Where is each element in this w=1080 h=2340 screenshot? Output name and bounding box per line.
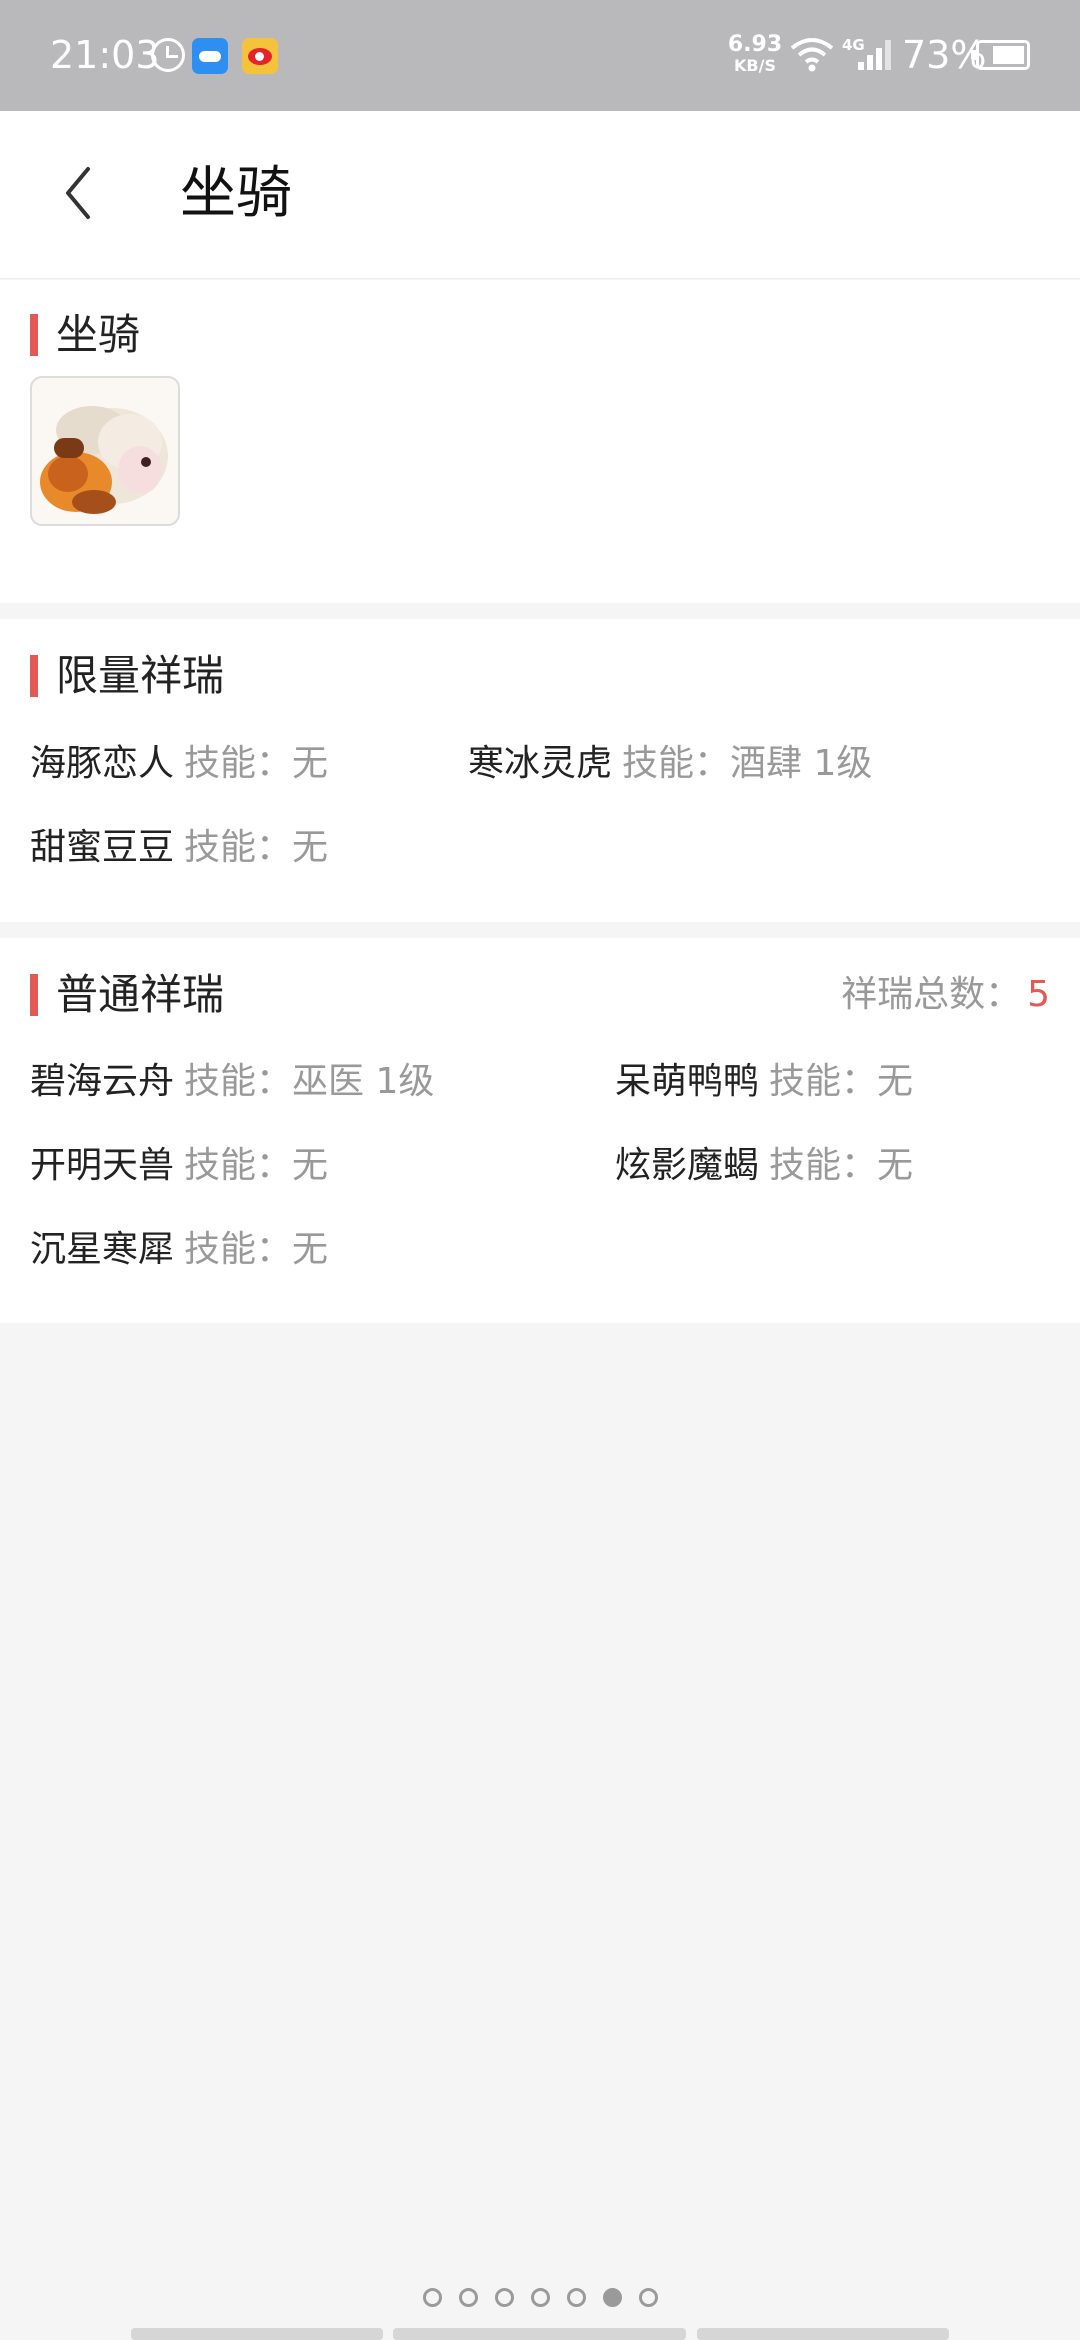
mount-section-title: 坐骑 [56, 310, 141, 359]
total-count-label: 祥瑞总数： [841, 974, 1022, 1015]
list-item[interactable]: 沉星寒犀 技能：无 [30, 1226, 328, 1274]
mount-skill: 技能：无 [184, 743, 329, 784]
mount-skill: 技能：无 [184, 827, 329, 868]
page-dot[interactable] [530, 2288, 550, 2307]
bottom-bar-center [393, 2328, 686, 2340]
page-dot[interactable] [422, 2288, 442, 2307]
limited-section-header: 限量祥瑞 [30, 654, 224, 698]
battery-fill [993, 46, 1024, 64]
page-dot[interactable] [638, 2288, 658, 2307]
total-count: 祥瑞总数： 5 [841, 971, 1050, 1019]
back-arrow-icon[interactable] [60, 163, 100, 223]
bottom-bar-left [131, 2328, 383, 2340]
mount-section: 坐骑 [0, 280, 1080, 603]
page-dot-active[interactable] [602, 2288, 622, 2307]
mount-avatar[interactable] [30, 376, 180, 526]
alarm-icon [151, 38, 185, 72]
list-item[interactable]: 炫影魔蝎 技能：无 [615, 1142, 913, 1190]
limited-section-title: 限量祥瑞 [56, 651, 225, 700]
net-speed-value: 6.93 [727, 32, 783, 57]
cloud-app-icon [192, 38, 228, 74]
signal-icon [858, 40, 892, 70]
normal-section-title: 普通祥瑞 [56, 970, 225, 1019]
section-marker [30, 314, 38, 356]
mount-name: 寒冰灵虎 [468, 743, 613, 784]
page-title: 坐骑 [180, 161, 292, 226]
mount-name: 海豚恋人 [30, 743, 175, 784]
battery-icon [971, 40, 1030, 70]
net-speed-unit: KB/S [734, 56, 776, 75]
mount-name: 呆萌鸭鸭 [615, 1061, 760, 1102]
mount-skill: 技能：无 [769, 1061, 914, 1102]
section-marker [30, 974, 38, 1016]
status-bar: 21:03 6.93 KB/S 4G 73% [0, 0, 1080, 111]
weibo-app-icon [242, 38, 278, 74]
list-item[interactable]: 甜蜜豆豆 技能：无 [30, 824, 328, 872]
mount-skill: 技能：无 [769, 1145, 914, 1186]
mount-name: 沉星寒犀 [30, 1229, 175, 1270]
list-item[interactable]: 开明天兽 技能：无 [30, 1142, 328, 1190]
status-time: 21:03 [50, 33, 160, 77]
app-header: 坐骑 [0, 111, 1080, 279]
mount-skill: 技能：巫医 1级 [184, 1061, 435, 1102]
mount-skill: 技能：酒肆 1级 [622, 743, 873, 784]
sheep-mount-icon [40, 406, 168, 514]
net-speed: 6.93 KB/S [725, 34, 785, 74]
list-item[interactable]: 呆萌鸭鸭 技能：无 [615, 1058, 913, 1106]
mount-name: 碧海云舟 [30, 1061, 175, 1102]
section-marker [30, 655, 38, 697]
mount-skill: 技能：无 [184, 1229, 329, 1270]
wifi-icon [790, 38, 834, 72]
total-count-value: 5 [1027, 974, 1050, 1015]
list-item[interactable]: 寒冰灵虎 技能：酒肆 1级 [468, 740, 872, 788]
mount-name: 开明天兽 [30, 1145, 175, 1186]
mount-section-header: 坐骑 [30, 313, 140, 357]
normal-section-header: 普通祥瑞 [30, 973, 224, 1017]
normal-section: 普通祥瑞 祥瑞总数： 5 碧海云舟 技能：巫医 1级 呆萌鸭鸭 技能：无 开明天兽 技能… [0, 938, 1080, 1323]
mount-name: 炫影魔蝎 [615, 1145, 760, 1186]
list-item[interactable]: 碧海云舟 技能：巫医 1级 [30, 1058, 434, 1106]
page-indicator [0, 2288, 1080, 2307]
list-item[interactable]: 海豚恋人 技能：无 [30, 740, 328, 788]
mount-name: 甜蜜豆豆 [30, 827, 175, 868]
limited-section: 限量祥瑞 海豚恋人 技能：无 寒冰灵虎 技能：酒肆 1级 甜蜜豆豆 技能：无 [0, 619, 1080, 922]
page-dot[interactable] [566, 2288, 586, 2307]
bottom-bar-right [697, 2328, 949, 2340]
mount-skill: 技能：无 [184, 1145, 329, 1186]
page-dot[interactable] [494, 2288, 514, 2307]
page-dot[interactable] [458, 2288, 478, 2307]
